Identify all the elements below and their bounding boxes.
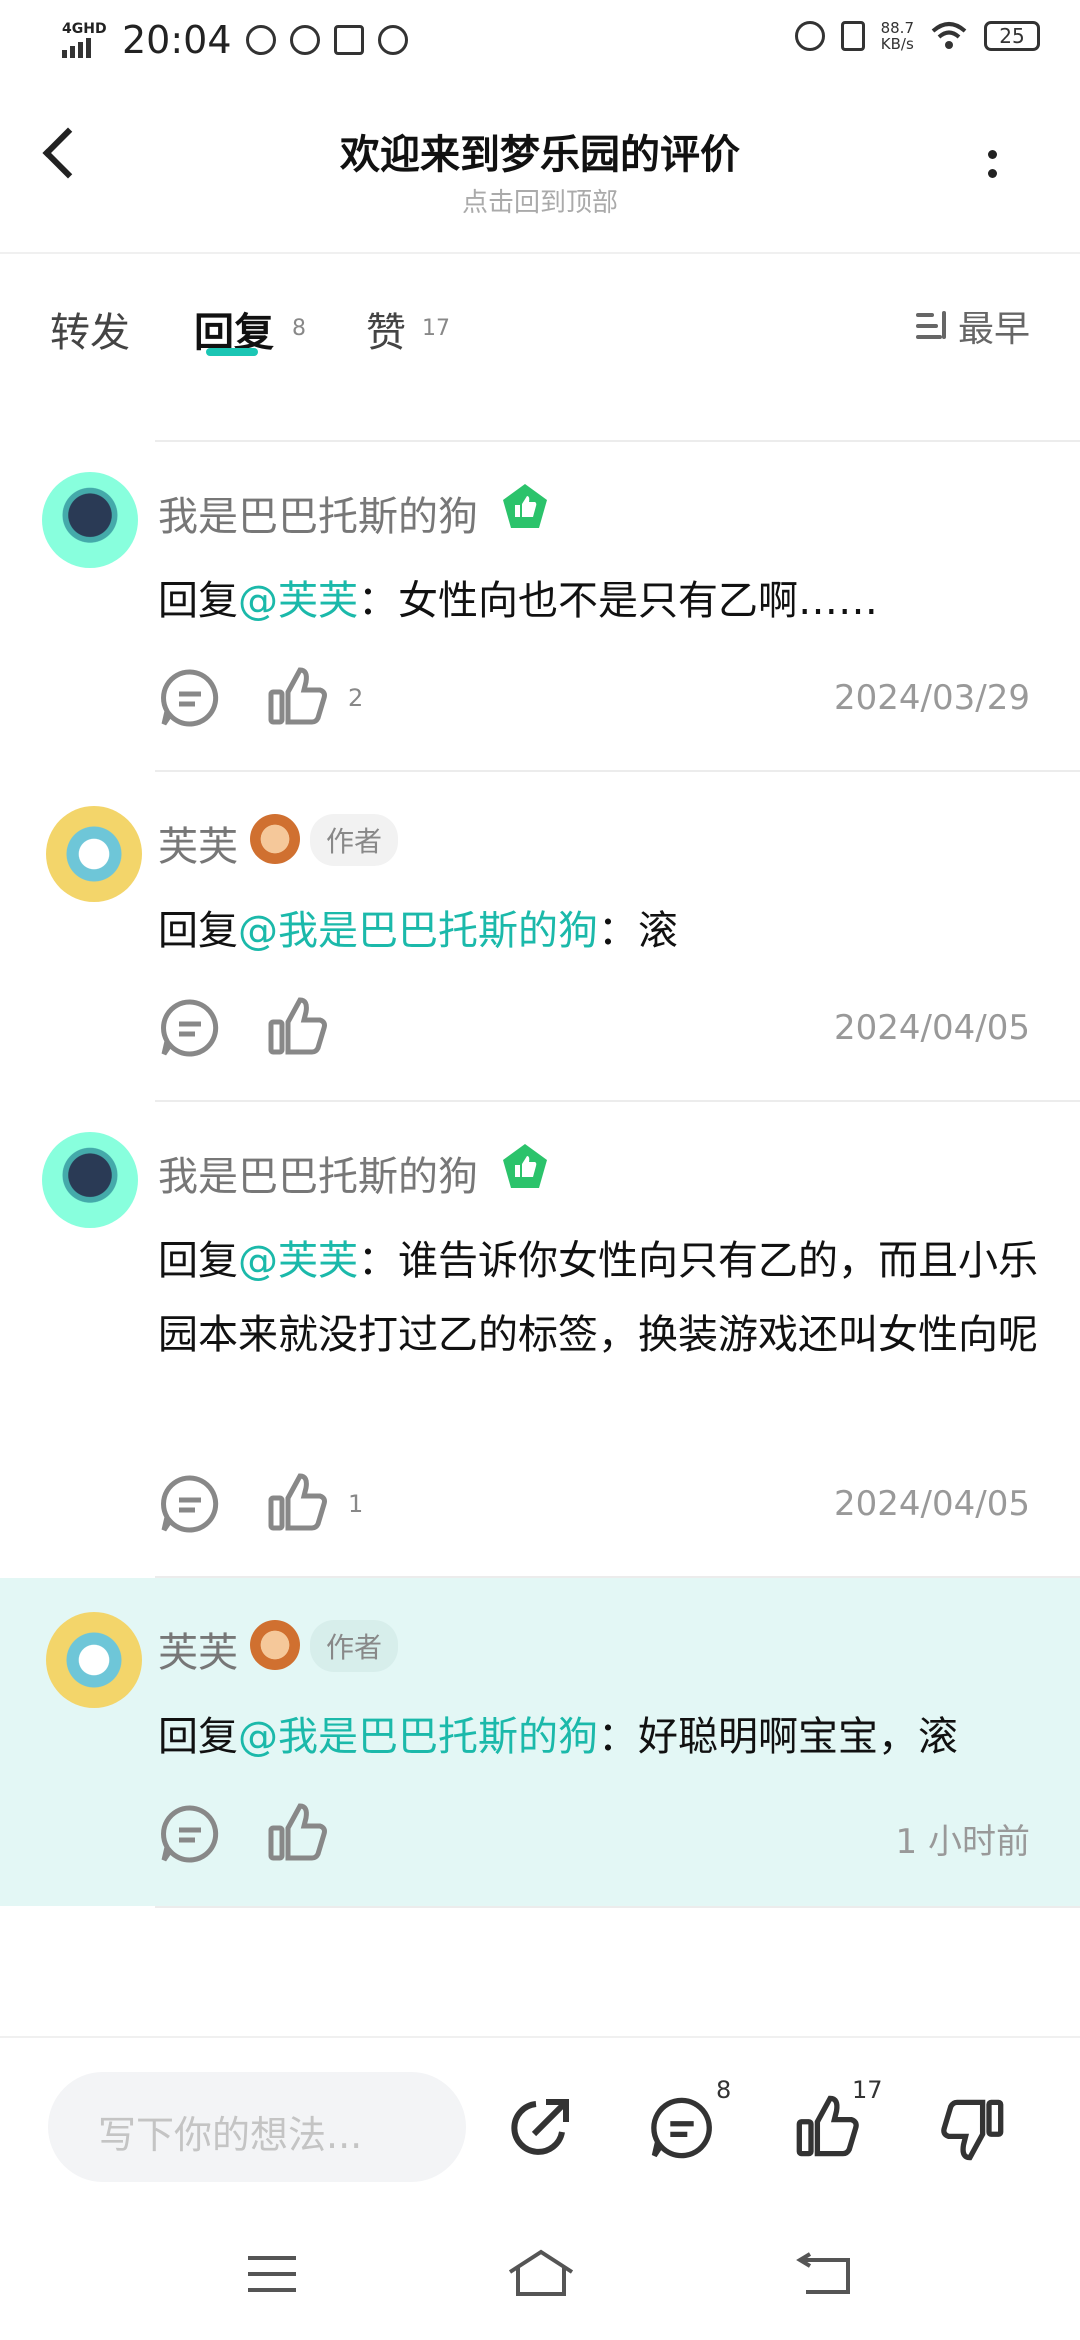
comment-icon[interactable] xyxy=(648,2094,716,2162)
likes-count: 17 xyxy=(422,316,450,341)
sort-label: 最早 xyxy=(958,309,1031,350)
wifi-icon xyxy=(931,22,967,49)
reply-icon[interactable] xyxy=(158,666,222,730)
app-notification-icon-2 xyxy=(289,25,320,55)
comment-text: 回复@我是巴巴托斯的狗：好聪明啊宝宝，滚 xyxy=(158,1714,958,1760)
reply-icon[interactable] xyxy=(158,1802,222,1866)
divider xyxy=(0,252,1080,254)
comment-input[interactable]: 写下你的想法... xyxy=(48,2072,466,2182)
comment-item: 我是巴巴托斯的狗 回复@芙芙：女性向也不是只有乙啊…… 2 2024/03/29 xyxy=(0,440,1080,770)
share-icon[interactable] xyxy=(506,2094,574,2162)
comment-date: 2024/04/05 xyxy=(834,1484,1030,1524)
menu-icon[interactable] xyxy=(246,2254,298,2294)
active-tab-indicator xyxy=(206,348,258,356)
character-badge-icon xyxy=(250,1620,300,1670)
comment-date: 2024/03/29 xyxy=(834,678,1030,718)
thumbs-up-badge-icon xyxy=(503,1144,547,1188)
replies-count: 8 xyxy=(292,316,306,341)
network-speed: 88.7 KB/s xyxy=(880,19,914,53)
app-notification-icon xyxy=(245,25,276,55)
mention-link[interactable]: @我是巴巴托斯的狗 xyxy=(238,908,598,954)
divider xyxy=(0,2036,1080,2038)
author-tag: 作者 xyxy=(310,814,399,866)
app-notification-icon-3 xyxy=(377,25,408,55)
status-bar: 4GHD 20:04 88.7 KB/s 25 xyxy=(0,0,1080,80)
page-title[interactable]: 欢迎来到梦乐园的评价 xyxy=(0,122,1080,180)
alarm-icon xyxy=(794,21,825,51)
network-type: 4GHD xyxy=(62,21,107,37)
comment-count: 8 xyxy=(716,2076,732,2104)
status-time: 20:04 xyxy=(122,18,232,62)
comment-text: 回复@芙芙：女性向也不是只有乙啊…… xyxy=(158,578,878,624)
divider xyxy=(155,1906,1080,1908)
mention-link[interactable]: @芙芙 xyxy=(238,578,358,624)
avatar[interactable] xyxy=(42,1132,138,1228)
comment-author[interactable]: 我是巴巴托斯的狗 xyxy=(158,1144,478,1202)
reply-icon[interactable] xyxy=(158,1472,222,1536)
sort-icon xyxy=(916,311,948,341)
avatar[interactable] xyxy=(42,472,138,568)
character-badge-icon xyxy=(250,814,300,864)
mention-link[interactable]: @芙芙 xyxy=(238,1238,358,1284)
like-count-total: 17 xyxy=(852,2076,883,2104)
avatar[interactable] xyxy=(46,806,142,902)
comment-author[interactable]: 芙芙 xyxy=(158,814,238,872)
comment-date: 2024/04/05 xyxy=(834,1008,1030,1048)
comment-author[interactable]: 芙芙 xyxy=(158,1620,238,1678)
comment-item: 芙芙 作者 回复@我是巴巴托斯的狗：滚 2024/04/05 xyxy=(0,770,1080,1100)
tab-likes[interactable]: 赞 xyxy=(366,300,406,358)
comment-item: 我是巴巴托斯的狗 回复@芙芙：谁告诉你女性向只有乙的，而且小乐园本来就没打过乙的… xyxy=(0,1100,1080,1576)
back-to-top-hint[interactable]: 点击回到顶部 xyxy=(0,182,1080,219)
vibrate-icon xyxy=(840,21,865,51)
comment-author[interactable]: 我是巴巴托斯的狗 xyxy=(158,484,478,542)
like-count: 2 xyxy=(348,684,364,712)
back-nav-icon[interactable] xyxy=(796,2252,852,2296)
sort-button[interactable]: 最早 xyxy=(916,300,1030,352)
thumbs-up-badge-icon xyxy=(503,484,547,528)
comment-item: 芙芙 作者 回复@我是巴巴托斯的狗：好聪明啊宝宝，滚 1 小时前 xyxy=(0,1578,1080,1906)
tab-forward[interactable]: 转发 xyxy=(50,300,130,358)
like-count: 1 xyxy=(348,1490,364,1518)
comment-text: 回复@我是巴巴托斯的狗：滚 xyxy=(158,908,678,954)
like-icon[interactable] xyxy=(266,664,330,728)
signal-icon xyxy=(62,36,91,58)
more-options-icon[interactable] xyxy=(988,150,1000,188)
comment-date: 1 小时前 xyxy=(895,1822,1030,1862)
battery-icon: 25 xyxy=(984,21,1040,51)
comment-input-placeholder: 写下你的想法... xyxy=(98,2113,363,2157)
home-icon[interactable] xyxy=(506,2248,576,2298)
avatar[interactable] xyxy=(46,1612,142,1708)
book-icon xyxy=(333,25,364,55)
reply-icon[interactable] xyxy=(158,996,222,1060)
like-icon[interactable] xyxy=(266,994,330,1058)
comment-text: 回复@芙芙：谁告诉你女性向只有乙的，而且小乐园本来就没打过乙的标签，换装游戏还叫… xyxy=(158,1238,1038,1358)
mention-link[interactable]: @我是巴巴托斯的狗 xyxy=(238,1714,598,1760)
like-icon[interactable] xyxy=(266,1800,330,1864)
dislike-icon[interactable] xyxy=(938,2096,1006,2164)
author-tag: 作者 xyxy=(310,1620,399,1672)
like-icon[interactable] xyxy=(266,1470,330,1534)
